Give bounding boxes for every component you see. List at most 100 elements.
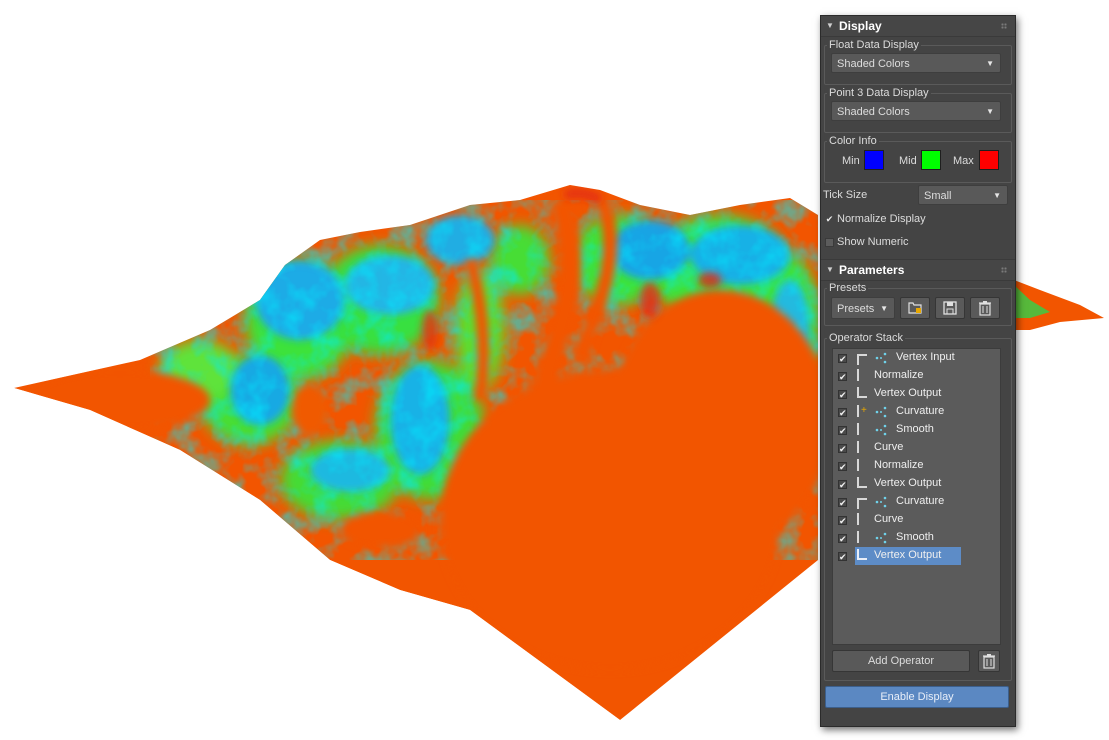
display-rollout-title: Display	[839, 19, 882, 33]
delete-operator-button[interactable]	[978, 650, 1000, 672]
point3-data-display-dropdown[interactable]: Shaded Colors ▼	[831, 101, 1001, 121]
stack-line-icon	[857, 459, 859, 471]
operator-checkbox[interactable]: ✔	[838, 354, 847, 364]
operator-checkbox[interactable]: ✔	[838, 516, 847, 526]
operator-label: Curvature	[896, 495, 945, 507]
enable-display-button[interactable]: Enable Display	[825, 686, 1009, 708]
operator-row[interactable]: ✔ Smooth	[833, 529, 1000, 547]
operator-label: Normalize	[874, 459, 924, 471]
min-color-swatch[interactable]	[864, 150, 884, 170]
operator-row[interactable]: ✔ Normalize	[833, 457, 1000, 475]
operator-checkbox[interactable]: ✔	[838, 408, 847, 418]
vertex-node-icon	[875, 424, 887, 436]
operator-label: Normalize	[874, 369, 924, 381]
operator-label: Curve	[874, 513, 904, 525]
operator-label: Curve	[874, 441, 904, 453]
operator-row[interactable]: ✔ + Curvature	[833, 403, 1000, 421]
operator-stack-list[interactable]: ✔ Vertex Input ✔ Normalize ✔ Vertex Outp…	[832, 348, 1001, 645]
loop-start-icon	[857, 354, 867, 365]
operator-row[interactable]: ✔ Curve	[833, 439, 1000, 457]
operator-checkbox[interactable]: ✔	[838, 534, 847, 544]
max-color-label: Max	[953, 155, 974, 167]
operator-row[interactable]: ✔ Vertex Input	[833, 349, 1000, 367]
operator-stack-label: Operator Stack	[827, 332, 905, 344]
operator-row[interactable]: ✔ Smooth	[833, 421, 1000, 439]
operator-checkbox[interactable]: ✔	[838, 498, 847, 508]
chevron-down-icon: ▼	[993, 191, 1001, 200]
vertex-node-icon	[875, 352, 887, 364]
save-preset-button[interactable]	[935, 297, 965, 319]
mid-color-label: Mid	[899, 155, 917, 167]
point3-data-display-label: Point 3 Data Display	[827, 87, 931, 99]
stack-line-icon	[857, 441, 859, 453]
operator-checkbox[interactable]: ✔	[838, 372, 847, 382]
add-operator-button[interactable]: Add Operator	[832, 650, 970, 672]
trash-icon	[979, 301, 991, 316]
normalize-display-checkbox[interactable]: ✔	[825, 215, 834, 224]
trash-icon	[983, 654, 995, 669]
float-data-display-dropdown[interactable]: Shaded Colors ▼	[831, 53, 1001, 73]
presets-dropdown-value: Presets	[837, 303, 875, 315]
operator-checkbox[interactable]: ✔	[838, 444, 847, 454]
parameters-rollout-title: Parameters	[839, 263, 905, 277]
stack-line-icon	[857, 513, 859, 525]
open-preset-button[interactable]	[900, 297, 930, 319]
tick-size-value: Small	[924, 190, 952, 202]
operator-row[interactable]: ✔ Normalize	[833, 367, 1000, 385]
operator-label: Vertex Output	[874, 477, 942, 489]
tick-size-dropdown[interactable]: Small ▼	[918, 185, 1008, 205]
point3-data-display-value: Shaded Colors	[837, 106, 910, 118]
operator-label: Curvature	[896, 405, 945, 417]
operator-label: Smooth	[896, 531, 934, 543]
operator-label: Vertex Output	[874, 549, 942, 561]
operator-label: Vertex Output	[874, 387, 942, 399]
operator-row[interactable]: ✔ Vertex Output	[833, 475, 1000, 493]
output-arrow-icon	[857, 477, 867, 488]
operator-checkbox[interactable]: ✔	[838, 426, 847, 436]
plus-branch-icon: +	[861, 405, 867, 416]
presets-dropdown[interactable]: Presets ▼	[831, 297, 895, 319]
operator-label: Smooth	[896, 423, 934, 435]
float-data-display-value: Shaded Colors	[837, 58, 910, 70]
delete-preset-button[interactable]	[970, 297, 1000, 319]
operator-row[interactable]: ✔ Curve	[833, 511, 1000, 529]
parameters-rollout-header[interactable]: ▼ Parameters	[821, 259, 1015, 281]
operator-checkbox[interactable]: ✔	[838, 462, 847, 472]
tick-size-label: Tick Size	[823, 189, 868, 201]
chevron-down-icon: ▼	[880, 304, 888, 313]
stack-line-icon	[857, 405, 859, 417]
display-rollout-header[interactable]: ▼ Display	[821, 16, 1015, 37]
show-numeric-label: Show Numeric	[837, 236, 909, 248]
show-numeric-checkbox[interactable]	[825, 238, 834, 247]
stack-line-icon	[857, 369, 859, 381]
operator-checkbox[interactable]: ✔	[838, 480, 847, 490]
save-disk-icon	[943, 301, 957, 315]
folder-open-icon	[908, 302, 922, 314]
operator-row[interactable]: ✔ Vertex Output	[833, 385, 1000, 403]
collapse-triangle-icon[interactable]: ▼	[826, 16, 834, 36]
operator-checkbox[interactable]: ✔	[838, 552, 847, 562]
operator-row[interactable]: ✔ Curvature	[833, 493, 1000, 511]
chevron-down-icon: ▼	[986, 59, 994, 68]
operator-checkbox[interactable]: ✔	[838, 390, 847, 400]
output-arrow-icon	[857, 387, 867, 398]
vertex-node-icon	[875, 532, 887, 544]
presets-group-label: Presets	[827, 282, 869, 294]
chevron-down-icon: ▼	[986, 107, 994, 116]
display-panel: ▼ Display Float Data Display Shaded Colo…	[820, 15, 1016, 727]
float-data-display-label: Float Data Display	[827, 39, 921, 51]
drag-grip-icon[interactable]	[1001, 23, 1007, 29]
color-info-label: Color Info	[827, 135, 879, 147]
max-color-swatch[interactable]	[979, 150, 999, 170]
operator-row-selected[interactable]: ✔ Vertex Output	[833, 547, 1000, 565]
min-color-label: Min	[842, 155, 860, 167]
normalize-display-label: Normalize Display	[837, 213, 926, 225]
drag-grip-icon[interactable]	[1001, 267, 1007, 273]
collapse-triangle-icon[interactable]: ▼	[826, 260, 834, 280]
mid-color-swatch[interactable]	[921, 150, 941, 170]
stack-line-icon	[857, 531, 859, 543]
loop-start-icon	[857, 498, 867, 509]
output-arrow-icon	[857, 549, 867, 560]
stack-line-icon	[857, 423, 859, 435]
vertex-node-icon	[875, 496, 887, 508]
